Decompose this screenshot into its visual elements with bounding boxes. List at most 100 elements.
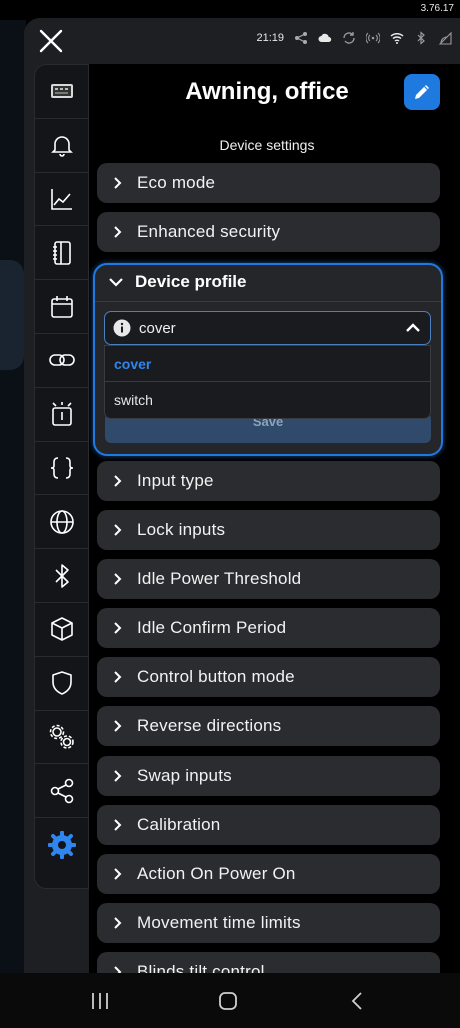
sidebar-item-alarm[interactable] — [35, 388, 88, 442]
settings-icon — [47, 831, 76, 860]
sidebar-item-schedule[interactable] — [35, 280, 88, 334]
section-device-profile: Device profile Save cover cover switch — [93, 263, 443, 456]
braces-icon — [50, 457, 73, 479]
top-bar: 21:19 — [24, 18, 460, 64]
shield-icon — [51, 671, 72, 695]
chevron-right-icon — [114, 622, 122, 634]
section-lock-inputs[interactable]: Lock inputs — [97, 510, 440, 550]
section-label: Idle Power Threshold — [137, 569, 302, 588]
section-label: Lock inputs — [137, 520, 226, 539]
sidebar-item-components[interactable] — [35, 603, 88, 657]
sidebar-item-security[interactable] — [35, 657, 88, 711]
profile-options-list: cover switch — [104, 345, 431, 419]
sidebar-item-device[interactable] — [35, 65, 88, 119]
section-label: Swap inputs — [137, 766, 232, 785]
section-action-on-power-on[interactable]: Action On Power On — [97, 854, 440, 894]
info-icon — [113, 319, 131, 337]
chevron-right-icon — [114, 524, 122, 536]
option-cover[interactable]: cover — [105, 346, 430, 382]
status-bar: 21:19 — [256, 31, 452, 45]
section-control-button-mode[interactable]: Control button mode — [97, 657, 440, 697]
section-input-type[interactable]: Input type — [97, 461, 440, 501]
edit-button[interactable] — [404, 74, 440, 110]
section-swap-inputs[interactable]: Swap inputs — [97, 756, 440, 796]
sidebar-item-logs[interactable] — [35, 226, 88, 281]
device-image-icon — [50, 84, 73, 99]
page-subtitle: Device settings — [219, 137, 315, 153]
home-icon[interactable] — [218, 991, 238, 1011]
device-alarm-icon — [51, 402, 72, 426]
sidebar-item-bluetooth[interactable] — [35, 549, 88, 603]
option-switch[interactable]: switch — [105, 382, 430, 418]
sidebar-item-advanced[interactable] — [35, 711, 88, 765]
bell-icon — [50, 136, 73, 157]
chart-icon — [50, 188, 72, 210]
device-settings-modal: 21:19 Awning, office Device settings Eco… — [24, 18, 460, 973]
section-label: Reverse directions — [137, 716, 282, 735]
section-label: Eco mode — [137, 173, 216, 192]
share-icon — [50, 778, 73, 804]
chevron-right-icon — [114, 770, 122, 782]
section-calibration[interactable]: Calibration — [97, 805, 440, 845]
chevron-right-icon — [114, 966, 122, 973]
cube-icon — [50, 617, 73, 642]
chevron-right-icon — [114, 671, 122, 683]
background-card — [0, 260, 24, 370]
section-label: Enhanced security — [137, 222, 281, 241]
chevron-right-icon — [114, 177, 122, 189]
profile-select[interactable]: cover — [104, 311, 431, 345]
section-enhanced-security[interactable]: Enhanced security — [97, 212, 440, 252]
signal-icon — [438, 31, 452, 45]
sidebar-item-scripts[interactable] — [35, 442, 88, 496]
radio-waves-icon — [366, 32, 380, 44]
sidebar — [34, 64, 89, 889]
chevron-right-icon — [114, 720, 122, 732]
link-icon — [48, 354, 75, 367]
notebook-icon — [52, 240, 71, 265]
sidebar-item-statistics[interactable] — [35, 173, 88, 227]
section-eco-mode[interactable]: Eco mode — [97, 163, 440, 203]
chevron-right-icon — [114, 917, 122, 929]
section-blinds-tilt-control[interactable]: Blinds tilt control — [97, 952, 440, 973]
section-label: Action On Power On — [137, 864, 296, 883]
back-icon[interactable] — [348, 991, 368, 1011]
chevron-right-icon — [114, 868, 122, 880]
background-panel — [0, 20, 26, 980]
section-reverse-directions[interactable]: Reverse directions — [97, 706, 440, 746]
section-label: Calibration — [137, 815, 221, 834]
sidebar-item-share[interactable] — [35, 764, 88, 819]
share-status-icon — [295, 32, 307, 44]
app-version: 3.76.17 — [420, 3, 454, 14]
pencil-icon — [415, 85, 429, 99]
device-profile-header[interactable]: Device profile — [109, 272, 247, 292]
section-label: Blinds tilt control — [137, 962, 265, 973]
android-nav-bar — [0, 973, 460, 1028]
section-movement-time-limits[interactable]: Movement time limits — [97, 903, 440, 943]
section-label: Idle Confirm Period — [137, 618, 287, 637]
sidebar-item-notifications[interactable] — [35, 119, 88, 173]
bluetooth-status-icon — [417, 31, 425, 45]
recent-apps-icon[interactable] — [90, 991, 110, 1011]
close-icon[interactable] — [38, 28, 64, 54]
sidebar-item-settings[interactable] — [35, 818, 88, 872]
settings-content: Awning, office Device settings Eco mode … — [89, 64, 460, 973]
chevron-up-icon — [406, 323, 420, 332]
device-profile-label: Device profile — [135, 272, 247, 291]
section-idle-confirm-period[interactable]: Idle Confirm Period — [97, 608, 440, 648]
section-label: Control button mode — [137, 667, 295, 686]
sync-icon — [343, 32, 355, 44]
gears-icon — [49, 724, 74, 749]
chevron-down-icon — [109, 278, 123, 287]
sidebar-item-network[interactable] — [35, 495, 88, 550]
wifi-icon — [390, 32, 404, 44]
section-idle-power-threshold[interactable]: Idle Power Threshold — [97, 559, 440, 599]
sidebar-item-actions[interactable] — [35, 334, 88, 388]
bluetooth-icon — [54, 563, 69, 588]
status-time: 21:19 — [256, 32, 284, 44]
section-label: Movement time limits — [137, 913, 301, 932]
calendar-icon — [50, 295, 73, 318]
divider — [95, 301, 441, 302]
chevron-right-icon — [114, 573, 122, 585]
globe-icon — [49, 509, 74, 534]
section-label: Input type — [137, 471, 214, 490]
